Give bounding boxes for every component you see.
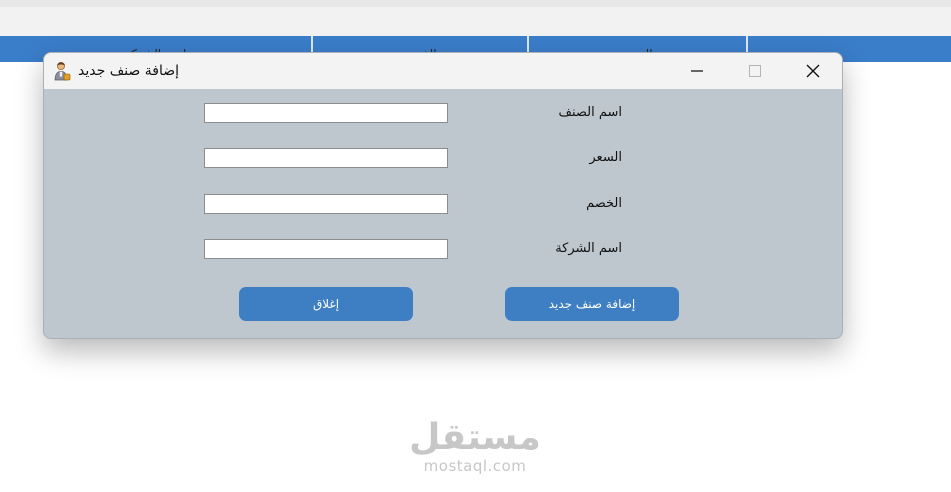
user-icon [54, 62, 71, 81]
close-icon [806, 64, 820, 78]
discount-label: الخصم [586, 196, 622, 211]
maximize-button[interactable] [732, 53, 778, 89]
add-item-dialog: إضافة صنف جديد اسم الصنف السعر الخصم اسم… [43, 52, 843, 339]
minimize-button[interactable] [674, 53, 720, 89]
price-input[interactable] [204, 148, 448, 168]
field-row-discount: الخصم [44, 194, 842, 218]
field-row-price: السعر [44, 148, 842, 172]
background-top-strip [0, 0, 951, 7]
item-name-label: اسم الصنف [558, 105, 622, 120]
close-window-button[interactable] [790, 53, 836, 89]
close-button[interactable]: إغلاق [239, 287, 413, 321]
watermark: مستقل mostaql.com [380, 417, 570, 475]
company-name-input[interactable] [204, 239, 448, 259]
price-label: السعر [589, 150, 622, 165]
company-name-label: اسم الشركة [555, 241, 622, 256]
watermark-url: mostaql.com [423, 457, 527, 475]
dialog-title: إضافة صنف جديد [78, 63, 179, 79]
maximize-icon [749, 65, 761, 77]
add-item-button[interactable]: إضافة صنف جديد [505, 287, 679, 321]
item-name-input[interactable] [204, 103, 448, 123]
field-row-item-name: اسم الصنف [44, 103, 842, 127]
watermark-logo: مستقل [409, 417, 541, 458]
minimize-icon [691, 70, 703, 72]
field-row-company: اسم الشركة [44, 239, 842, 263]
dialog-titlebar[interactable]: إضافة صنف جديد [44, 53, 842, 89]
background-toolbar [0, 7, 951, 36]
discount-input[interactable] [204, 194, 448, 214]
